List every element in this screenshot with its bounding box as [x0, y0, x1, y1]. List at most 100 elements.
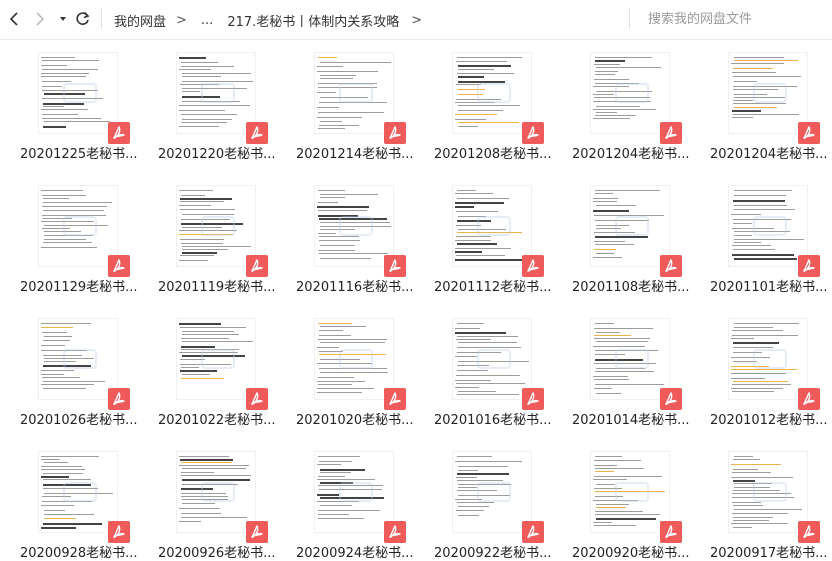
file-item[interactable]: 20201108老秘书... [552, 173, 690, 295]
file-item[interactable]: 20201208老秘书... [414, 40, 552, 162]
chevron-right-icon [36, 12, 45, 26]
thumbnail-text-line [180, 370, 217, 372]
thumbnail-text-line [182, 249, 228, 250]
file-item[interactable]: 20201220老秘书... [138, 40, 276, 162]
thumbnail-text-line [595, 471, 614, 472]
file-item[interactable]: 20201101老秘书... [690, 173, 828, 295]
file-item[interactable]: 20200926老秘书... [138, 439, 276, 561]
file-thumbnail [176, 52, 256, 134]
thumbnail-text-line [317, 206, 369, 208]
file-item[interactable]: 20201225老秘书... [0, 40, 138, 162]
thumbnail-text-line [458, 466, 508, 467]
file-item[interactable]: 20201129老秘书... [0, 173, 138, 295]
chevron-left-icon [9, 12, 18, 26]
file-item[interactable]: 20201204老秘书... [552, 40, 690, 162]
pdf-icon [660, 255, 682, 277]
file-thumbnail [452, 185, 532, 267]
file-thumbnail [728, 318, 808, 400]
thumbnail-text-line [593, 94, 614, 95]
file-item[interactable]: 20200920老秘书... [552, 439, 690, 561]
thumbnail-text-line [317, 92, 336, 93]
thumbnail-text-line [42, 118, 101, 119]
file-item[interactable]: 20201119老秘书... [138, 173, 276, 295]
thumbnail-text-line [732, 384, 791, 385]
thumbnail-text-line [734, 239, 804, 240]
thumbnail-text-line [317, 117, 362, 118]
refresh-icon [76, 11, 90, 25]
file-item[interactable]: 20201016老秘书... [414, 306, 552, 428]
file-thumbnail [728, 52, 808, 134]
thumbnail-text-line [42, 114, 78, 115]
thumbnail-text-line [43, 106, 64, 107]
file-thumbnail [176, 451, 256, 533]
thumbnail-text-line [41, 370, 74, 371]
thumbnail-text-line [181, 66, 234, 67]
thumbnail-text-line [596, 112, 617, 113]
thumbnail-text-line [731, 214, 761, 215]
pdf-icon [522, 521, 544, 543]
breadcrumb-separator: > [411, 12, 423, 28]
file-item[interactable]: 20201116老秘书... [276, 173, 414, 295]
file-item[interactable]: 20200928老秘书... [0, 439, 138, 561]
thumbnail-text-line [595, 511, 643, 512]
file-item[interactable]: 20201214老秘书... [276, 40, 414, 162]
thumbnail-text-line [595, 71, 618, 72]
thumbnail-text-line [319, 240, 360, 241]
thumbnail-text-line [457, 394, 519, 395]
file-item[interactable]: 20200922老秘书... [414, 439, 552, 561]
thumbnail-text-line [181, 472, 214, 473]
thumbnail-text-line [734, 456, 753, 457]
thumbnail-text-line [317, 347, 339, 348]
thumbnail-text-line [732, 110, 761, 112]
thumbnail-text-line [41, 323, 91, 324]
file-thumbnail [176, 185, 256, 267]
breadcrumb-root[interactable]: 我的网盘 [114, 11, 166, 30]
file-item[interactable]: 20201204老秘书... [690, 40, 828, 162]
file-item[interactable]: 20201022老秘书... [138, 306, 276, 428]
file-item[interactable]: 20200917老秘书... [690, 439, 828, 561]
thumbnail-text-line [596, 518, 656, 520]
thumbnail-text-line [43, 523, 102, 525]
thumbnail-text-line [43, 473, 83, 474]
thumbnail-text-line [596, 504, 629, 505]
file-thumbnail [728, 451, 808, 533]
thumbnail-text-line [456, 477, 477, 478]
thumbnail-text-line [181, 243, 223, 244]
watermark-shape [477, 349, 511, 369]
thumbnail-text-line [181, 122, 227, 123]
file-item[interactable]: 20201026老秘书... [0, 306, 138, 428]
refresh-button[interactable] [72, 8, 94, 30]
thumbnail-text-line [593, 522, 612, 523]
thumbnail-text-line [180, 239, 224, 240]
file-item[interactable]: 20201014老秘书... [552, 306, 690, 428]
thumbnail-text-line [179, 190, 213, 191]
thumbnail-text-line [593, 479, 627, 480]
pdf-icon [384, 255, 406, 277]
thumbnail-text-line [44, 336, 72, 337]
watermark-shape [339, 482, 373, 502]
file-item[interactable]: 20201020老秘书... [276, 306, 414, 428]
watermark-shape [615, 482, 649, 502]
thumbnail-text-line [595, 514, 660, 515]
thumbnail-text-line [180, 209, 235, 210]
file-thumbnail [314, 185, 394, 267]
file-item[interactable]: 20200924老秘书... [276, 439, 414, 561]
watermark-shape [201, 482, 235, 502]
thumbnail-text-line [179, 456, 229, 457]
breadcrumb-current-folder[interactable]: 217.老秘书丨体制内关系攻略 [227, 11, 399, 30]
thumbnail-text-line [179, 521, 201, 522]
search-input[interactable]: 搜索我的网盘文件 [648, 0, 752, 40]
thumbnail-text-line [733, 469, 758, 470]
thumbnail-text-line [179, 465, 249, 466]
thumbnail-text-line [317, 71, 378, 72]
file-item[interactable]: 20201012老秘书... [690, 306, 828, 428]
back-button[interactable] [4, 8, 26, 30]
breadcrumb-ellipsis[interactable]: ... [201, 13, 213, 28]
thumbnail-text-line [455, 461, 522, 462]
thumbnail-text-line [181, 338, 229, 339]
file-item[interactable]: 20201112老秘书... [414, 173, 552, 295]
thumbnail-text-line [593, 376, 628, 377]
forward-button[interactable] [28, 8, 50, 30]
thumbnail-text-line [734, 509, 802, 510]
thumbnail-text-line [595, 468, 644, 469]
